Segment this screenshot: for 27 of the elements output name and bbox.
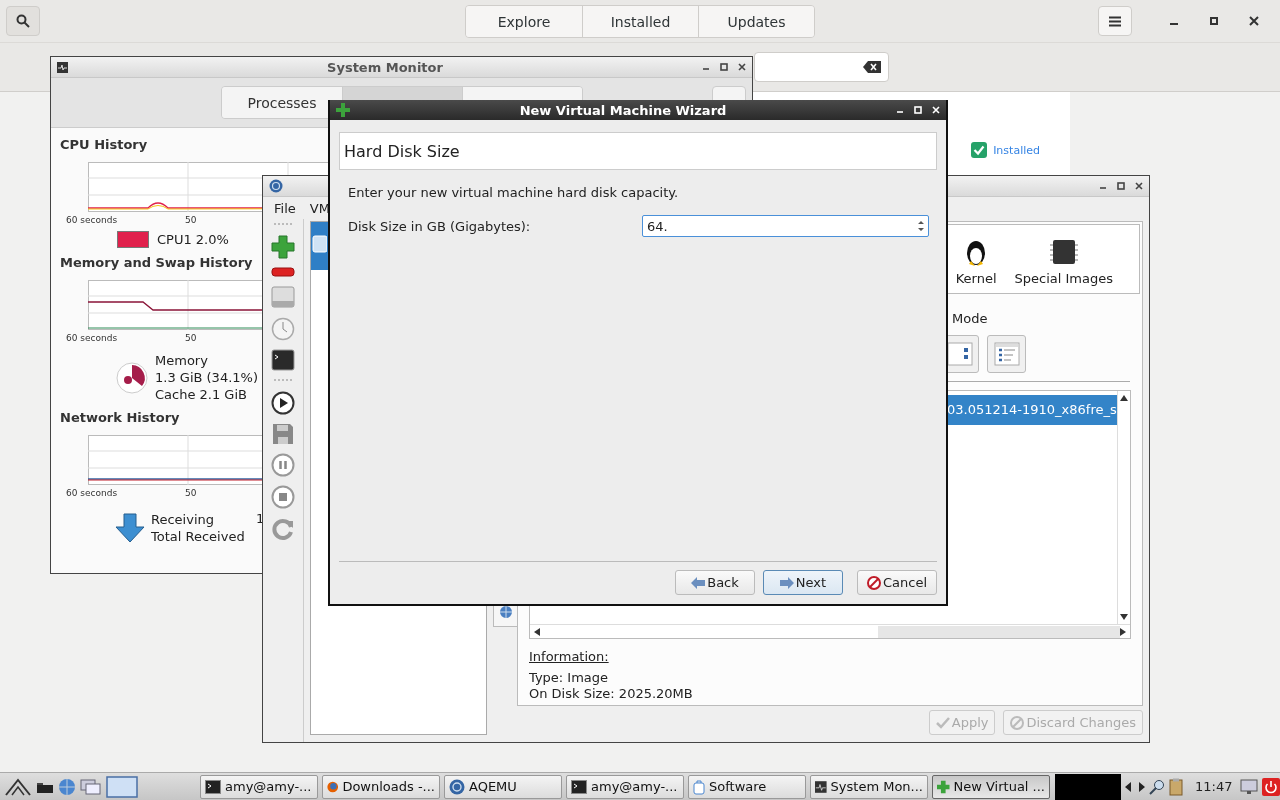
status-text: Installed: [993, 143, 1040, 157]
receiving-label: Receiving: [151, 511, 215, 528]
info-heading: Information:: [529, 648, 610, 666]
page-title: Hard Disk Size: [339, 132, 937, 170]
prompt-text: Enter your new virtual machine hard disk capacity.: [348, 184, 680, 202]
section-title: Network History: [60, 409, 180, 427]
axis-label: 60 seconds: [66, 215, 118, 225]
section-title: Memory and Swap History: [60, 254, 253, 272]
memory-label: Memory: [155, 352, 209, 369]
cache-value: Cache 2.1 GiB: [155, 386, 248, 403]
category-label: Kernel: [955, 271, 997, 286]
window-title: System Monitor: [327, 59, 443, 75]
axis-label: 60 seconds: [66, 488, 118, 498]
info-line: Type: Image: [529, 670, 610, 686]
axis-label: 50: [185, 487, 197, 500]
category-label: Special Images: [1014, 271, 1113, 286]
window-title: New Virtual Machine Wizard: [519, 102, 727, 118]
axis-label: 60 seconds: [66, 333, 118, 343]
axis-label: 50: [185, 214, 197, 227]
legend-label: CPU1 2.0%: [157, 231, 229, 247]
total-received-label: Total Received: [151, 528, 245, 545]
info-line: On Disk Size: 2025.20MB: [529, 686, 694, 702]
view-mode-label: Mode: [952, 311, 988, 328]
field-label: Disk Size in GB (Gigabytes):: [348, 218, 532, 234]
section-title: CPU History: [60, 136, 148, 154]
axis-label: 50: [185, 332, 197, 345]
memory-value: 1.3 GiB (34.1%): [155, 369, 258, 386]
